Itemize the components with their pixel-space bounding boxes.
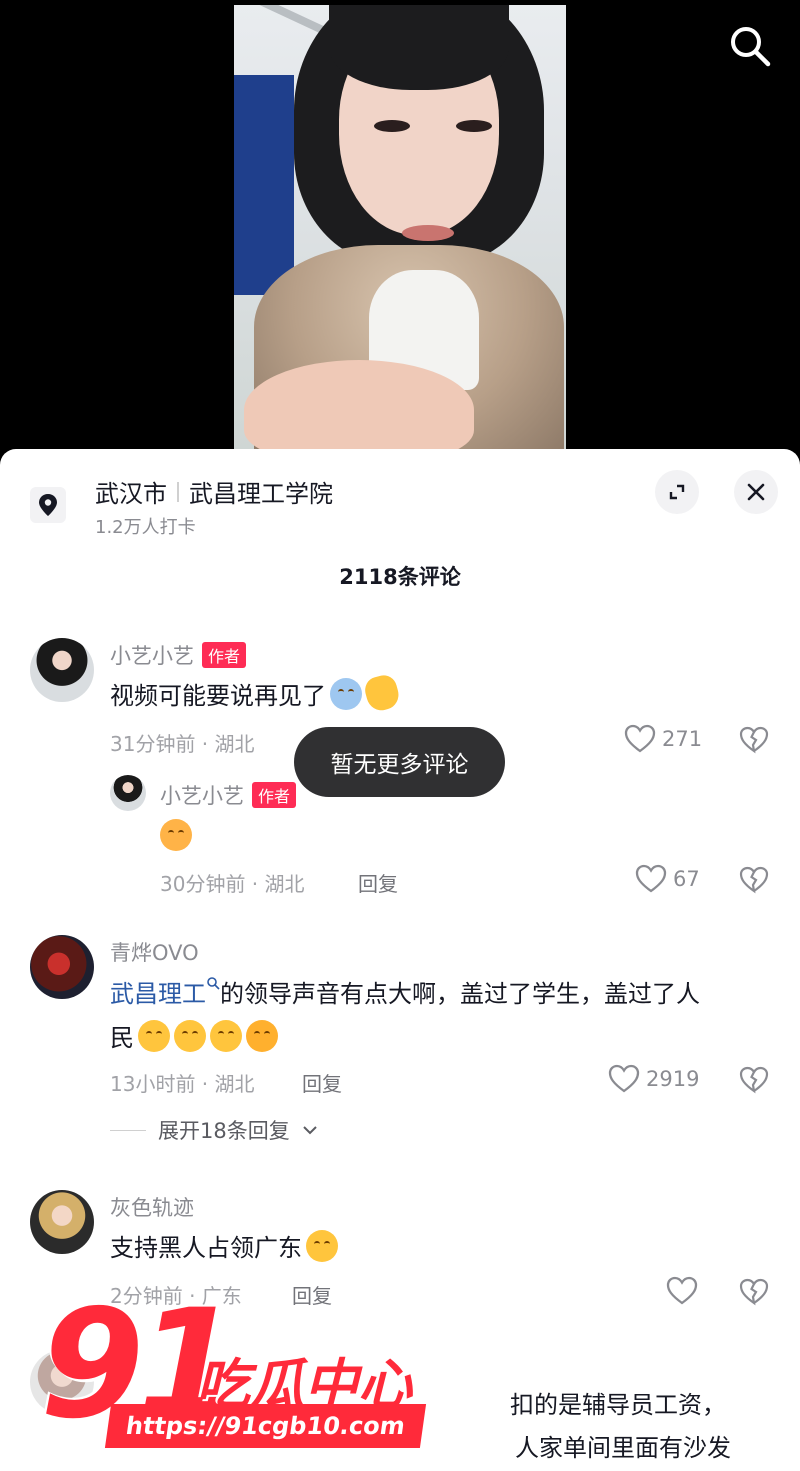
dizzy-face-emoji-icon xyxy=(306,1230,338,1262)
username-text: 灰色轨迹 xyxy=(110,1196,194,1220)
toast-message: 暂无更多评论 xyxy=(294,727,505,797)
comment-body: 支持黑人占领广东 xyxy=(110,1234,302,1262)
comment-body-cont: 民 xyxy=(110,1024,134,1052)
author-badge: 作者 xyxy=(252,782,297,808)
comment-username[interactable]: 灰色轨迹 xyxy=(110,1192,194,1222)
like-button[interactable]: 67 xyxy=(635,864,700,894)
video-eye-right xyxy=(456,120,492,132)
comment-body: 的领导声音有点大啊，盖过了学生，盖过了人 xyxy=(220,980,700,1008)
comment-count: 2118条评论 xyxy=(339,565,461,589)
chevron-down-icon xyxy=(303,1126,317,1135)
comment-text: 扣的是辅导员工资， xyxy=(510,1391,726,1419)
wink-emoji-icon xyxy=(246,1020,278,1052)
comment-text: 支持黑人占领广东 xyxy=(110,1226,338,1270)
location-place: 武昌理工学院 xyxy=(189,480,333,508)
video-frame[interactable] xyxy=(234,5,566,450)
search-mini-icon xyxy=(207,977,220,990)
video-bangs xyxy=(329,5,509,90)
heart-icon xyxy=(635,864,667,893)
username-text: 小艺小艺 xyxy=(160,784,244,808)
location-checkins: 1.2万人打卡 xyxy=(95,517,196,538)
close-button[interactable] xyxy=(734,470,778,514)
video-eye-left xyxy=(374,120,410,132)
hashtag-link[interactable]: 武昌理工 xyxy=(110,980,206,1008)
avatar[interactable] xyxy=(30,1190,94,1254)
username-text: 青烨OVO xyxy=(110,941,199,965)
video-hand xyxy=(244,360,474,450)
comment-time: 31分钟前 · 湖北 xyxy=(110,732,255,756)
grin-emoji-icon xyxy=(210,1020,242,1052)
headband-emoji-icon xyxy=(160,819,192,851)
avatar[interactable] xyxy=(110,775,146,811)
broken-heart-icon[interactable] xyxy=(739,725,769,755)
grin-emoji-icon xyxy=(174,1020,206,1052)
avatar[interactable] xyxy=(30,638,94,702)
close-icon xyxy=(747,483,765,501)
reply-time: 30分钟前 · 湖北 xyxy=(160,872,305,896)
grin-emoji-icon xyxy=(138,1020,170,1052)
video-window-curtain xyxy=(234,75,294,295)
broken-heart-icon[interactable] xyxy=(739,1277,769,1307)
comment-body: 视频可能要说再见了 xyxy=(110,682,326,710)
waving-hand-emoji-icon xyxy=(362,672,402,714)
broken-heart-icon[interactable] xyxy=(739,1065,769,1095)
reply-text xyxy=(160,815,192,859)
username-text: 小艺小艺 xyxy=(110,644,194,668)
crying-emoji-icon xyxy=(330,678,362,710)
comment-time: 13小时前 · 湖北 xyxy=(110,1072,255,1096)
reply-button[interactable]: 回复 xyxy=(292,1280,332,1309)
comment-text-cont: 人家单间里面有沙发 xyxy=(515,1434,731,1462)
heart-icon xyxy=(624,724,656,753)
video-lips xyxy=(402,225,454,241)
search-icon[interactable] xyxy=(726,22,774,70)
watermark-url: https://91cgb10.com xyxy=(104,1404,426,1448)
like-button[interactable]: 2919 xyxy=(608,1064,699,1094)
expand-icon xyxy=(669,484,685,500)
comment-username[interactable]: 小艺小艺 作者 xyxy=(110,640,247,670)
like-count: 271 xyxy=(662,727,703,751)
comment-username[interactable]: 青烨OVO xyxy=(110,937,199,967)
location-city: 武汉市 xyxy=(95,480,167,508)
expand-replies-label: 展开18条回复 xyxy=(158,1119,290,1143)
reply-button[interactable]: 回复 xyxy=(358,868,398,897)
author-badge: 作者 xyxy=(202,642,247,668)
location-pin-icon xyxy=(30,487,66,523)
avatar[interactable] xyxy=(30,935,94,999)
reply-button[interactable]: 回复 xyxy=(302,1068,342,1097)
expand-divider xyxy=(110,1129,146,1131)
comment-text: 视频可能要说再见了 xyxy=(110,672,402,718)
broken-heart-icon[interactable] xyxy=(739,865,769,895)
comment-text: 武昌理工 的领导声音有点大啊，盖过了学生，盖过了人 民 xyxy=(110,972,780,1060)
video-area[interactable] xyxy=(0,0,800,470)
like-count: 67 xyxy=(673,867,700,891)
location-title[interactable]: 武汉市 武昌理工学院 xyxy=(95,474,333,509)
expand-button[interactable] xyxy=(655,470,699,514)
expand-replies-button[interactable]: 展开18条回复 xyxy=(110,1115,318,1145)
heart-icon xyxy=(666,1276,698,1305)
location-separator xyxy=(177,481,179,502)
like-button[interactable] xyxy=(666,1276,698,1306)
heart-icon xyxy=(608,1064,640,1093)
like-button[interactable]: 271 xyxy=(624,724,702,754)
like-count: 2919 xyxy=(646,1067,700,1091)
reply-username[interactable]: 小艺小艺 作者 xyxy=(160,780,297,810)
